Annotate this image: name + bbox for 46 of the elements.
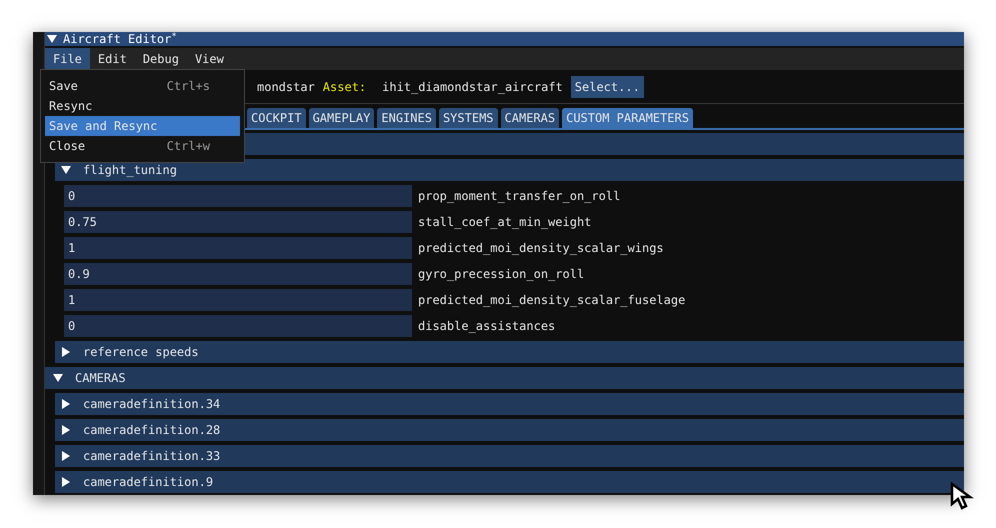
input-field[interactable]: 0 <box>64 315 412 337</box>
field-label: predicted_moi_density_scalar_wings <box>418 240 664 257</box>
field-label: disable_assistances <box>418 318 556 335</box>
tab[interactable]: CUSTOM PARAMETERS <box>562 108 693 128</box>
menu-item[interactable]: View <box>186 48 232 70</box>
tab[interactable]: CAMERAS <box>500 108 560 128</box>
collapsed-triangle-icon <box>61 399 71 409</box>
collapsed-triangle-icon <box>61 425 71 435</box>
dropdown-item[interactable]: Save and Resync <box>45 116 240 136</box>
input-field[interactable]: 1 <box>64 237 412 259</box>
menu-item[interactable]: Edit <box>90 48 135 70</box>
tree-node-header[interactable]: reference speeds <box>55 341 964 363</box>
collapsed-triangle-icon <box>61 451 71 461</box>
input-field[interactable]: 1 <box>64 289 412 311</box>
select-button[interactable]: Select... <box>570 76 644 98</box>
tree-node-header[interactable]: cameradefinition.33 <box>55 445 964 467</box>
field-label: predicted_moi_density_scalar_fuselage <box>418 292 686 309</box>
dropdown-item[interactable]: Resync <box>45 96 240 116</box>
input-field[interactable]: 0.75 <box>64 211 412 233</box>
tree-node-header[interactable]: flight_tuning <box>55 159 964 181</box>
package-value: mondstar <box>257 78 315 96</box>
tree-node-header[interactable]: cameradefinition.28 <box>55 419 964 441</box>
expanded-triangle-icon <box>53 373 63 383</box>
input-field[interactable]: 0.9 <box>64 263 412 285</box>
field-label: gyro_precession_on_roll <box>418 266 584 283</box>
asset-value: ihit_diamondstar_aircraft <box>382 78 563 96</box>
section-header[interactable]: CAMERAS <box>45 367 964 389</box>
asset-label: Asset: <box>322 78 366 96</box>
tab[interactable]: ENGINES <box>377 108 436 128</box>
collapsed-triangle-icon <box>61 347 71 357</box>
dropdown-item[interactable]: Close Ctrl+w <box>45 136 240 156</box>
collapsed-triangle-icon <box>61 477 71 487</box>
field-label: prop_moment_transfer_on_roll <box>418 188 620 205</box>
tab[interactable]: COCKPIT <box>247 108 306 128</box>
tree-node-header[interactable]: cameradefinition.34 <box>55 393 964 415</box>
input-field[interactable]: 0 <box>64 185 412 207</box>
window-title: Aircraft Editor$^{*}$ <box>63 33 177 45</box>
dropdown-item[interactable]: Save Ctrl+s <box>45 76 240 96</box>
menu-item[interactable]: Debug <box>134 48 187 70</box>
menu-item[interactable]: File <box>45 48 90 70</box>
field-label: stall_coef_at_min_weight <box>418 214 592 231</box>
tab[interactable]: GAMEPLAY <box>308 108 374 128</box>
collapse-triangle-icon <box>47 34 57 44</box>
expanded-triangle-icon <box>61 165 71 175</box>
tab[interactable]: SYSTEMS <box>438 108 498 128</box>
tree-node-header[interactable]: cameradefinition.9 <box>55 471 964 493</box>
